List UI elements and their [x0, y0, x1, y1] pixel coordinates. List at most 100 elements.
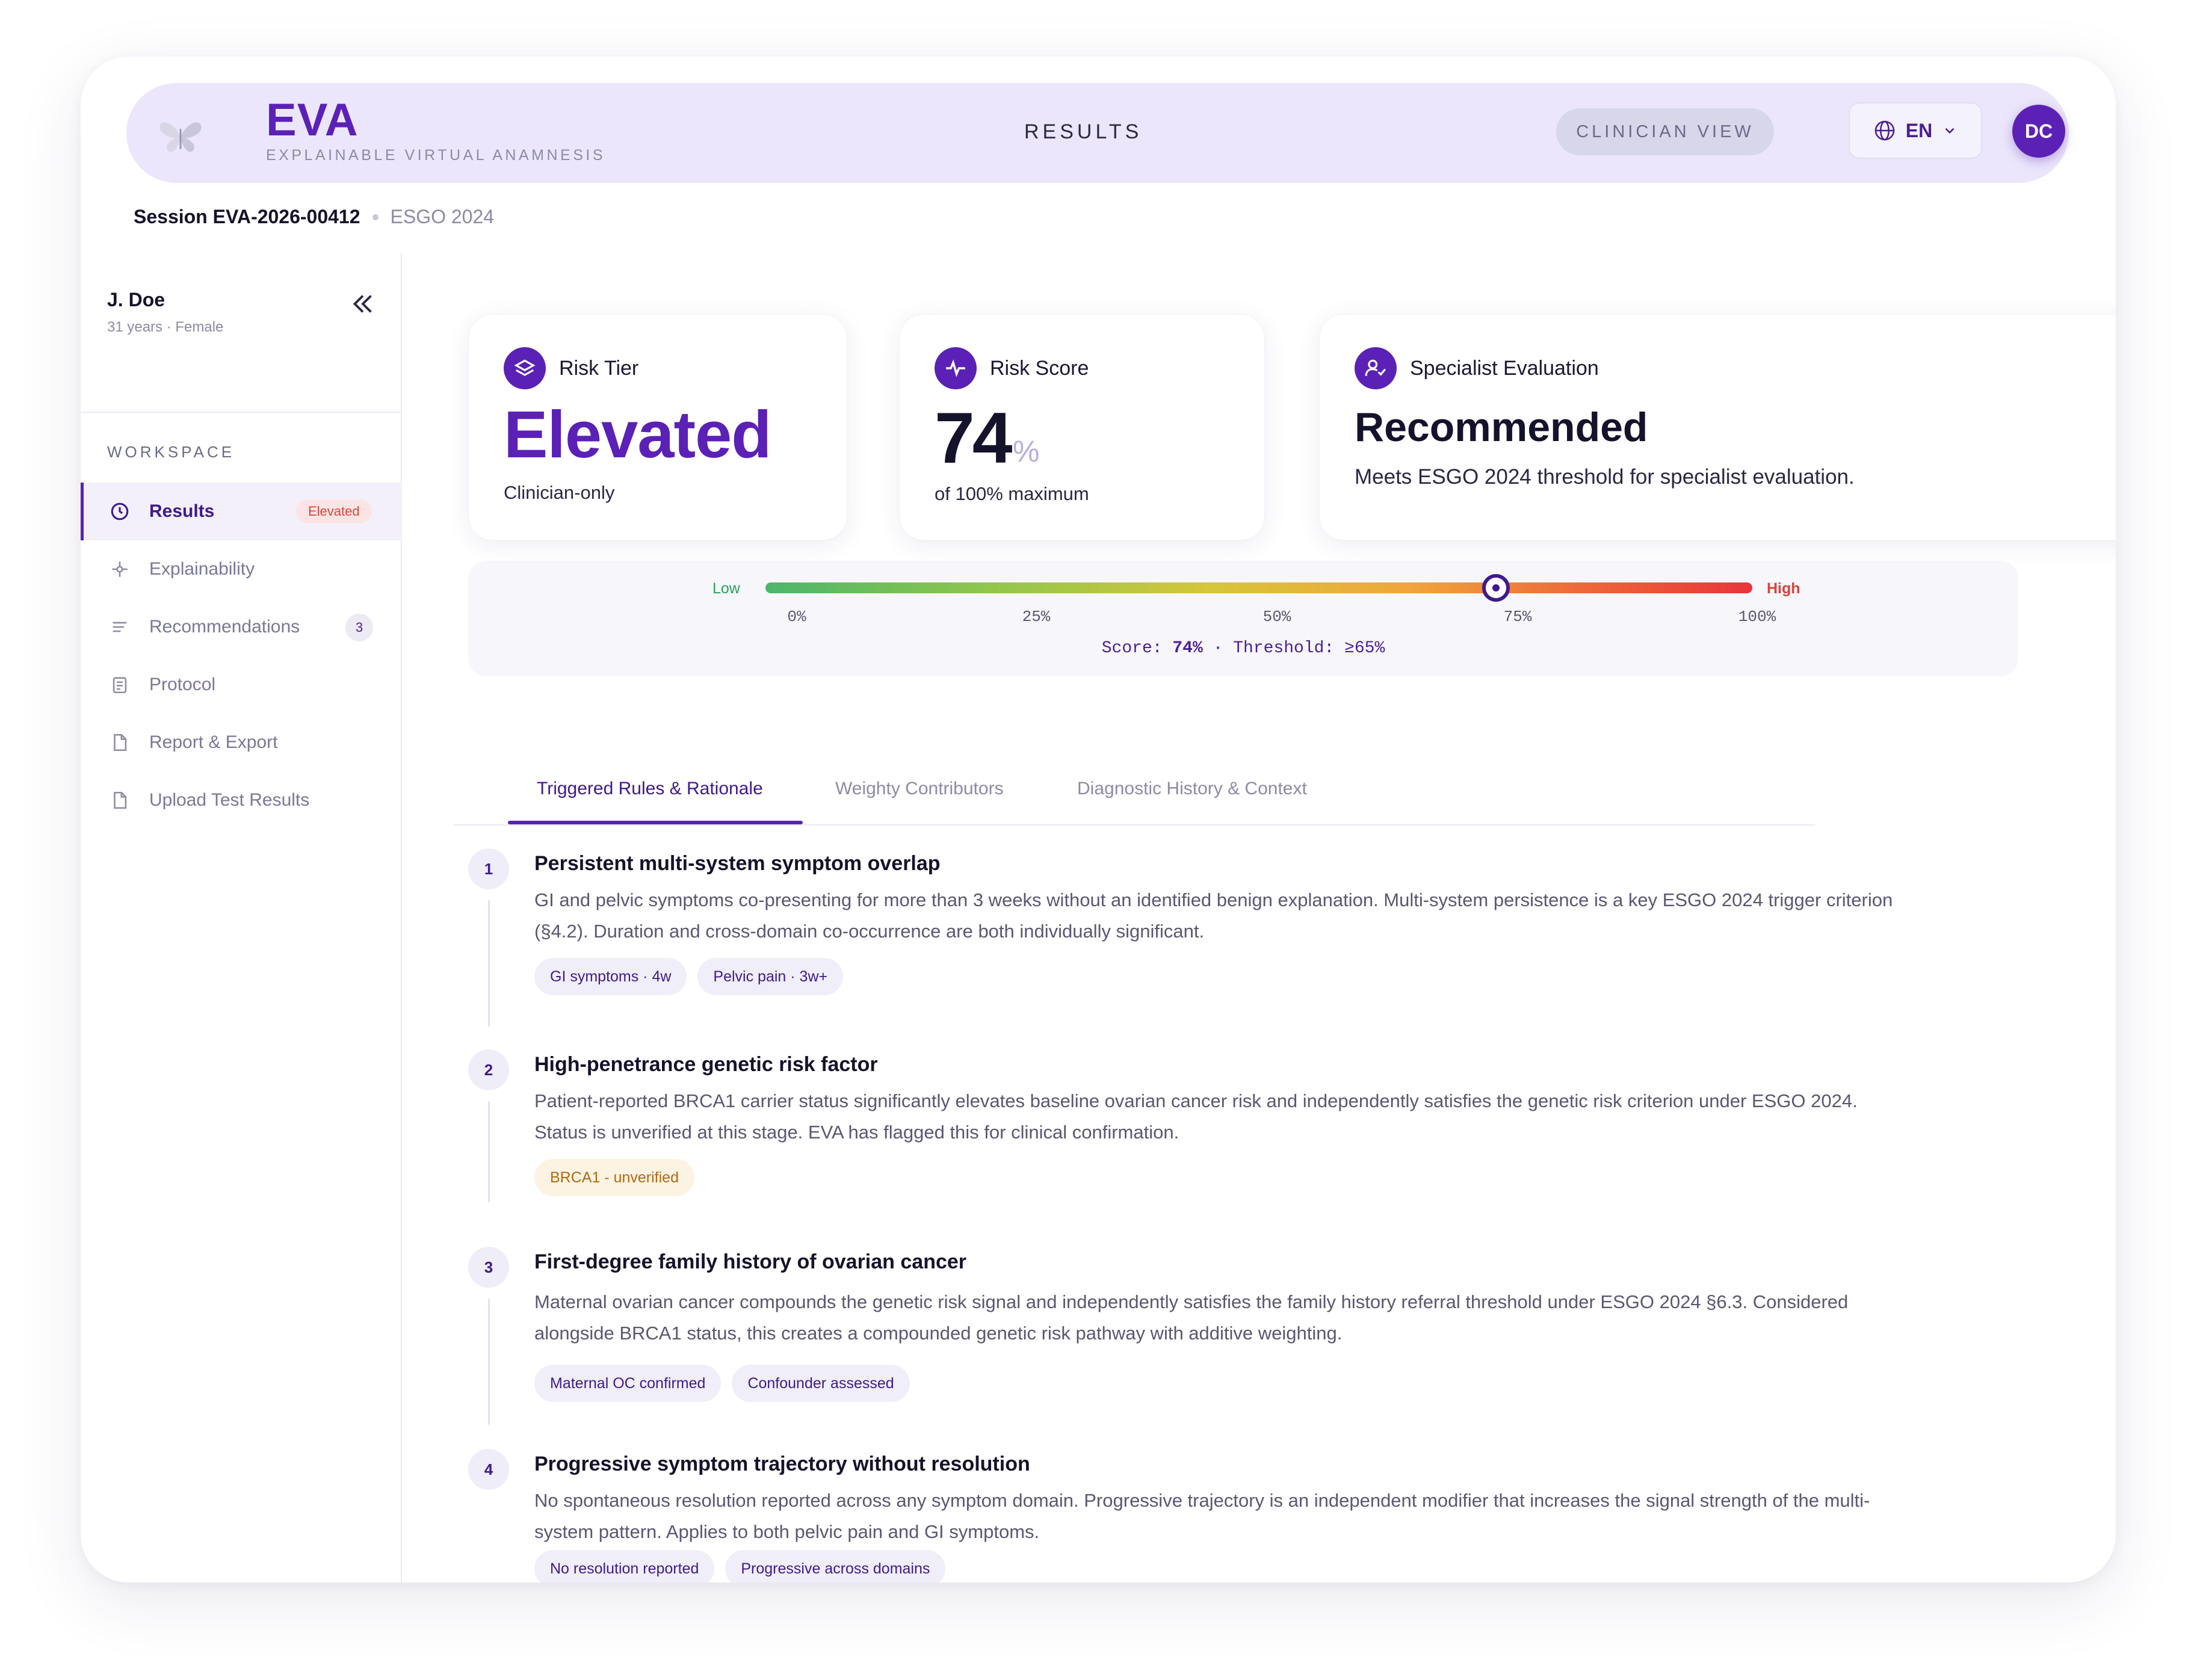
avatar[interactable]: DC — [2012, 105, 2065, 158]
rule-description: Patient-reported BRCA1 carrier status si… — [534, 1090, 1858, 1143]
gauge-summary-threshold: · Threshold: ≥65% — [1202, 639, 1385, 658]
sidebar-item-label: Recommendations — [149, 617, 300, 637]
card-label: Risk Score — [990, 356, 1089, 380]
gauge-tick: 100% — [1738, 608, 1776, 626]
gauge-summary: Score: 74% · Threshold: ≥65% — [468, 639, 2018, 658]
rule-description: No spontaneous resolution reported acros… — [534, 1490, 1870, 1542]
card-header: Risk Tier — [504, 347, 638, 389]
rule-number: 3 — [468, 1247, 509, 1288]
rule-item: 4 Progressive symptom trajectory without… — [468, 1449, 1973, 1583]
status-badge: Elevated — [296, 499, 372, 523]
rule-number: 2 — [468, 1049, 509, 1090]
sidebar-item-report-export[interactable]: Report & Export — [81, 714, 402, 771]
sparkle-icon — [112, 561, 128, 577]
clipboard-icon — [113, 677, 127, 694]
count-badge: 3 — [345, 614, 373, 641]
risk-tier-card: Risk Tier Elevated Clinician-only — [468, 314, 847, 540]
language-label: EN — [1905, 119, 1933, 141]
sidebar-item-protocol[interactable]: Protocol — [81, 656, 402, 714]
collapse-sidebar-icon[interactable] — [349, 290, 377, 318]
lines-icon — [113, 622, 127, 632]
rule-description: Maternal ovarian cancer compounds the ge… — [534, 1291, 1849, 1344]
butterfly-logo-icon — [159, 122, 202, 152]
gauge-bar — [765, 574, 1752, 602]
user-check-icon — [1355, 347, 1397, 389]
patient-name: J. Doe — [107, 289, 165, 310]
rule-number: 4 — [468, 1449, 509, 1490]
risk-score-note: of 100% maximum — [935, 483, 1089, 504]
app-window: EVA EXPLAINABLE VIRTUAL ANAMNESIS RESULT… — [81, 57, 2116, 1583]
specialist-evaluation-card: Specialist Evaluation Recommended Meets … — [1319, 314, 2116, 540]
rule-tag-warning: BRCA1 - unverified — [534, 1159, 694, 1196]
rule-title: First-degree family history of ovarian c… — [534, 1250, 967, 1273]
sidebar-item-label: Results — [149, 501, 215, 521]
specialist-evaluation-note: Meets ESGO 2024 threshold for specialist… — [1355, 465, 1855, 489]
workspace-label: WORKSPACE — [107, 443, 235, 461]
sidebar: J. Doe 31 years · Female WORKSPACE Resul… — [81, 253, 402, 1583]
brand-tagline: EXPLAINABLE VIRTUAL ANAMNESIS — [266, 147, 605, 164]
risk-score-card: Risk Score 74 % of 100% maximum — [899, 314, 1265, 540]
gauge-tick: 0% — [787, 608, 806, 626]
pulse-icon — [935, 347, 977, 389]
rule-item: 2 High-penetrance genetic risk factor Pa… — [468, 1049, 1973, 1230]
card-header: Specialist Evaluation — [1355, 347, 1599, 389]
rule-tag: GI symptoms · 4w — [534, 958, 687, 995]
document-icon — [114, 791, 127, 809]
sidebar-divider — [81, 412, 402, 413]
sidebar-item-upload-test-results[interactable]: Upload Test Results — [81, 771, 402, 829]
rule-connector — [488, 900, 490, 1027]
page-title: RESULTS — [1024, 120, 1143, 143]
specialist-evaluation-value: Recommended — [1355, 404, 1648, 450]
sidebar-item-label: Upload Test Results — [149, 790, 310, 810]
session-id: Session EVA-2026-00412 — [134, 206, 360, 227]
gauge-summary-score: 74% — [1172, 639, 1203, 658]
rule-description: GI and pelvic symptoms co-presenting for… — [534, 889, 1893, 942]
card-label: Risk Tier — [559, 356, 639, 380]
gauge-summary-prefix: Score: — [1101, 639, 1173, 658]
sidebar-nav: Results Elevated Explainability Recommen… — [81, 483, 402, 829]
active-tab-indicator — [508, 821, 803, 824]
language-selector[interactable]: EN — [1849, 102, 1982, 159]
sidebar-item-label: Protocol — [149, 675, 216, 694]
tab-triggered-rules[interactable]: Triggered Rules & Rationale — [537, 779, 763, 799]
risk-tier-note: Clinician-only — [504, 482, 615, 503]
sidebar-item-recommendations[interactable]: Recommendations 3 — [81, 598, 402, 656]
sidebar-item-results[interactable]: Results Elevated — [81, 483, 402, 540]
rule-title: High-penetrance genetic risk factor — [534, 1053, 878, 1076]
rule-tag: Confounder assessed — [732, 1365, 910, 1402]
rule-tag: Pelvic pain · 3w+ — [697, 958, 844, 995]
rule-item: 1 Persistent multi-system symptom overla… — [468, 848, 1973, 1029]
rule-connector — [488, 1101, 490, 1202]
gauge-tick: 50% — [1262, 608, 1291, 626]
gauge-tick: 25% — [1022, 608, 1051, 626]
separator-dot — [372, 214, 379, 220]
sidebar-item-label: Explainability — [149, 559, 255, 579]
rule-tags: Maternal OC confirmed Confounder assesse… — [534, 1365, 910, 1402]
brand-name: EVA — [266, 94, 359, 146]
clinician-view-button[interactable]: CLINICIAN VIEW — [1556, 108, 1774, 155]
gauge-low-label: Low — [712, 580, 740, 597]
gauge-tick: 75% — [1503, 608, 1532, 626]
rule-title: Progressive symptom trajectory without r… — [534, 1453, 1030, 1475]
results-tabs: Triggered Rules & Rationale Weighty Cont… — [454, 728, 1815, 826]
risk-score-value: 74 — [935, 398, 1012, 478]
tab-weighty-contributors[interactable]: Weighty Contributors — [835, 779, 1004, 799]
gauge-high-label: High — [1767, 580, 1800, 597]
risk-tier-value: Elevated — [504, 398, 771, 472]
rule-item: 3 First-degree family history of ovarian… — [468, 1247, 1973, 1439]
card-header: Risk Score — [935, 347, 1089, 389]
sidebar-item-label: Report & Export — [149, 732, 278, 752]
rule-tags: No resolution reported Progressive acros… — [534, 1550, 946, 1583]
rule-tags: BRCA1 - unverified — [534, 1159, 694, 1196]
document-icon — [114, 733, 127, 752]
tab-diagnostic-history[interactable]: Diagnostic History & Context — [1077, 779, 1307, 799]
patient-meta: 31 years · Female — [107, 319, 224, 335]
chevron-down-icon — [1945, 128, 1955, 134]
clock-icon — [111, 502, 129, 520]
sidebar-item-explainability[interactable]: Explainability — [81, 540, 402, 598]
rule-tags: GI symptoms · 4w Pelvic pain · 3w+ — [534, 958, 844, 995]
breadcrumb: Session EVA-2026-00412 ESGO 2024 — [134, 206, 494, 228]
rule-tag: No resolution reported — [534, 1550, 715, 1583]
guideline-label: ESGO 2024 — [390, 206, 495, 227]
risk-score-unit: % — [1013, 434, 1040, 468]
